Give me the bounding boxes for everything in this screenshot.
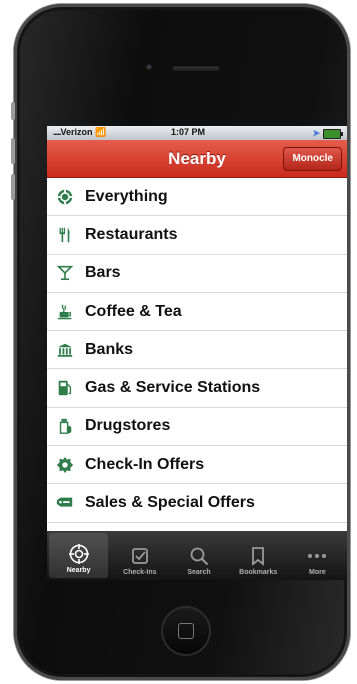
- list-item-coffee-tea[interactable]: Coffee & Tea: [47, 293, 347, 332]
- list-item-label: Gas & Service Stations: [85, 379, 261, 397]
- tab-bar: Nearby Check-Ins Search Bookmarks More: [47, 531, 347, 580]
- crosshair-icon: [68, 544, 89, 564]
- list-item-label: Restaurants: [85, 225, 178, 243]
- list-item-restaurants[interactable]: Restaurants: [47, 216, 347, 255]
- list-item-label: Drugstores: [85, 417, 171, 435]
- status-time: 1:07 PM: [171, 127, 206, 137]
- pill-bottle-icon: [55, 416, 75, 436]
- tab-search[interactable]: Search: [169, 531, 228, 580]
- tab-check-ins[interactable]: Check-Ins: [110, 531, 169, 580]
- list-item-banks[interactable]: Banks: [47, 331, 347, 370]
- tab-label: Bookmarks: [239, 569, 278, 576]
- home-button[interactable]: [161, 606, 211, 656]
- list-item-label: Sales & Special Offers: [85, 494, 255, 512]
- list-item-gas-service-stations[interactable]: Gas & Service Stations: [47, 369, 347, 408]
- list-item-bars[interactable]: Bars: [47, 255, 347, 293]
- wifi-icon: 📶: [95, 127, 107, 137]
- list-item-everything[interactable]: Everything: [47, 178, 347, 217]
- list-item-label: Bars: [85, 264, 121, 282]
- checkbox-icon: [131, 548, 148, 564]
- signal-icon: .....: [53, 127, 61, 137]
- magnifier-icon: [190, 547, 209, 566]
- battery-icon: [323, 128, 343, 139]
- tab-label: More: [309, 569, 326, 576]
- location-arrow-icon: ➤: [312, 128, 320, 138]
- cocktail-glass-icon: [55, 263, 75, 283]
- bank-icon: [55, 340, 75, 360]
- volume-down-button: [11, 174, 15, 200]
- bookmark-icon: [252, 547, 265, 566]
- tab-bookmarks[interactable]: Bookmarks: [229, 531, 288, 580]
- more-dots-icon: [308, 554, 327, 558]
- category-list: Everything Restaurants Bars Coffee & Tea…: [47, 178, 347, 523]
- list-item-label: Check-In Offers: [85, 455, 205, 473]
- earpiece-speaker: [172, 65, 220, 71]
- badge-icon: [55, 455, 75, 475]
- list-item-sales-special-offers[interactable]: Sales & Special Offers: [47, 484, 347, 523]
- carrier-label: .....Verizon 📶: [53, 127, 107, 137]
- tab-more[interactable]: More: [288, 531, 347, 580]
- tab-nearby[interactable]: Nearby: [49, 533, 109, 578]
- fork-knife-icon: [55, 225, 75, 245]
- front-camera: [146, 64, 152, 70]
- status-bar: .....Verizon 📶 1:07 PM ➤: [47, 126, 347, 140]
- nav-bar: Nearby Monocle: [47, 140, 347, 178]
- monocle-button[interactable]: Monocle: [283, 147, 342, 171]
- tab-label: Search: [187, 569, 211, 576]
- list-item-check-in-offers[interactable]: Check-In Offers: [47, 446, 347, 485]
- crosshair-icon: [55, 187, 75, 207]
- volume-up-button: [11, 138, 15, 164]
- tag-icon: [55, 493, 75, 513]
- tab-label: Nearby: [66, 567, 91, 574]
- app-screen: .....Verizon 📶 1:07 PM ➤ Nearby Monocle …: [47, 126, 347, 580]
- status-right: ➤: [312, 128, 343, 139]
- mute-switch: [11, 102, 15, 120]
- list-item-drugstores[interactable]: Drugstores: [47, 408, 347, 447]
- list-item-label: Coffee & Tea: [85, 302, 182, 320]
- list-item-label: Everything: [85, 187, 168, 205]
- coffee-cup-icon: [55, 302, 75, 322]
- list-item-label: Banks: [85, 340, 134, 358]
- tab-label: Check-Ins: [123, 569, 157, 576]
- gas-pump-icon: [55, 378, 75, 398]
